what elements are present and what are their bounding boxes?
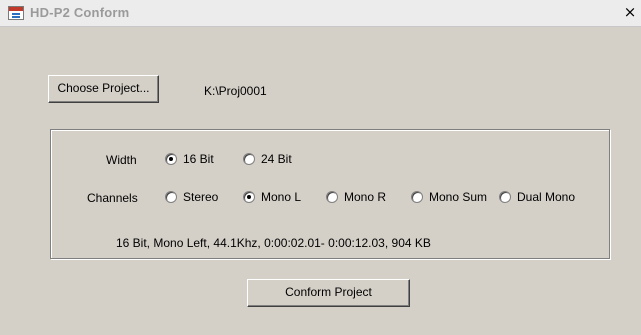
conform-window: HD-P2 Conform × Choose Project... K:\Pro… [0, 0, 641, 335]
channels-label: Channels [87, 191, 138, 205]
radio-mono-l-indicator [243, 191, 255, 203]
radio-16bit-label: 16 Bit [183, 152, 214, 166]
width-label: Width [106, 153, 137, 167]
choose-project-button[interactable]: Choose Project... [48, 75, 159, 103]
project-path: K:\Proj0001 [204, 84, 267, 98]
radio-mono-l-label: Mono L [261, 190, 302, 204]
radio-mono-sum-indicator [411, 191, 423, 203]
radio-stereo-indicator [165, 191, 177, 203]
radio-mono-sum-label: Mono Sum [429, 190, 488, 204]
radio-24bit-label: 24 Bit [261, 152, 292, 166]
radio-mono-r-label: Mono R [344, 190, 387, 204]
radio-stereo-label: Stereo [183, 190, 219, 204]
file-summary: 16 Bit, Mono Left, 44.1Khz, 0:00:02.01- … [116, 236, 431, 250]
window-title: HD-P2 Conform [30, 5, 130, 20]
radio-16bit-indicator [165, 153, 177, 165]
conform-project-button[interactable]: Conform Project [247, 279, 410, 307]
app-icon [8, 6, 24, 20]
title-bar: HD-P2 Conform × [0, 0, 641, 27]
close-button[interactable]: × [621, 3, 639, 21]
radio-dual-mono-indicator [499, 191, 511, 203]
radio-mono-r-indicator [326, 191, 338, 203]
radio-24bit-indicator [243, 153, 255, 165]
radio-dual-mono-label: Dual Mono [517, 190, 576, 204]
